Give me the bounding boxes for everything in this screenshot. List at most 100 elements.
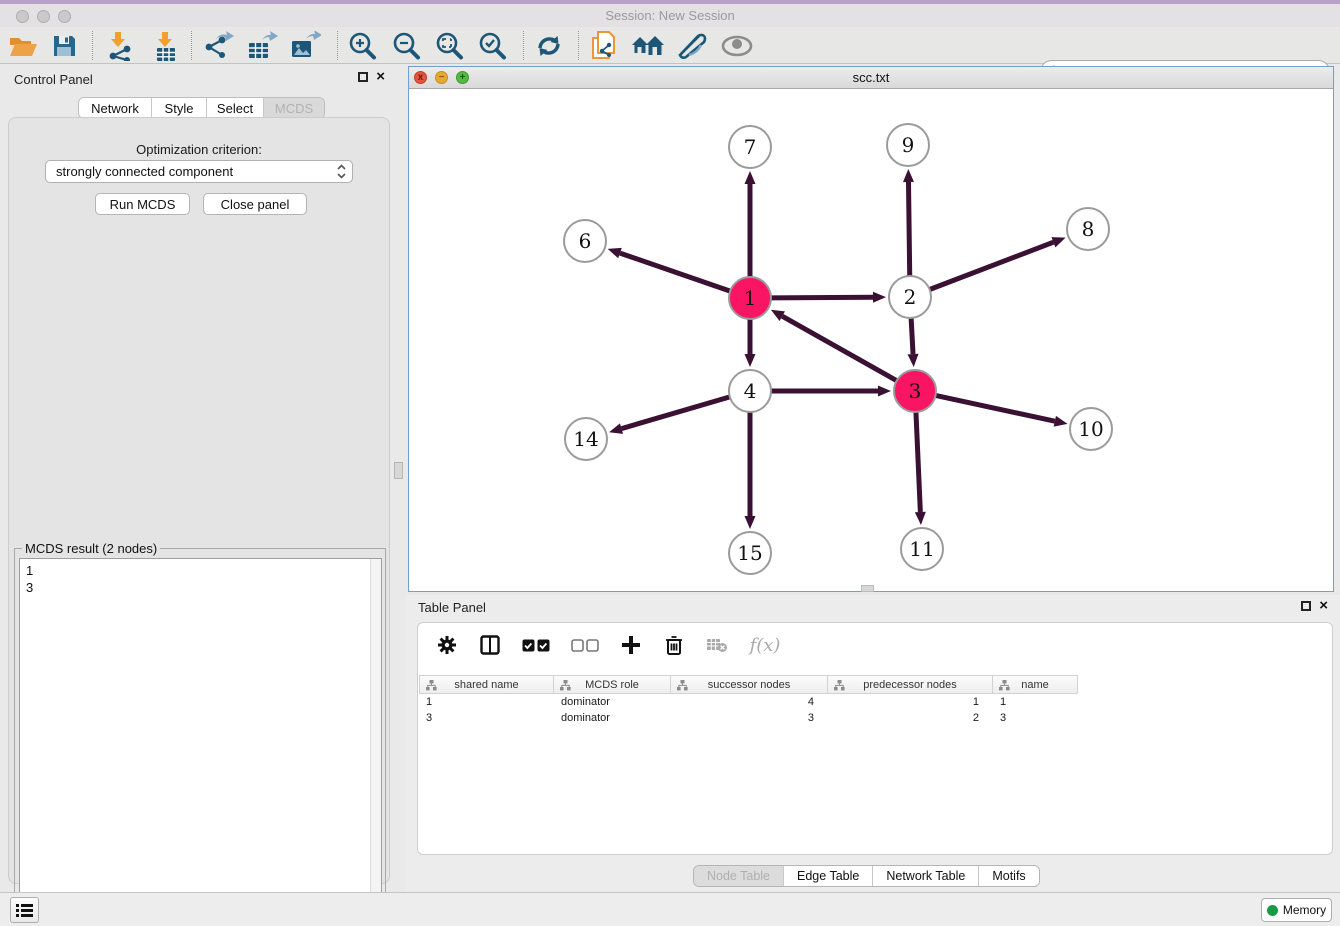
graph-node-label: 8 [1082, 217, 1095, 241]
deselect-all-checkboxes-icon[interactable] [569, 632, 601, 658]
edge-arrowhead [609, 423, 623, 434]
edge-arrowhead [745, 171, 756, 184]
tab-select[interactable]: Select [207, 98, 264, 118]
network-window-titlebar[interactable]: x − + scc.txt [409, 67, 1333, 89]
graph-node-label: 2 [904, 285, 917, 309]
graph-node-label: 15 [737, 541, 762, 565]
mcds-result-title: MCDS result (2 nodes) [22, 541, 160, 556]
float-table-panel-icon[interactable] [1301, 601, 1311, 611]
tab-edge-table[interactable]: Edge Table [784, 866, 873, 886]
import-network-icon[interactable] [100, 30, 136, 62]
column-header[interactable]: shared name [419, 675, 554, 694]
close-table-panel-icon[interactable]: × [1319, 601, 1328, 611]
graph-edge[interactable] [782, 316, 896, 381]
window-title: Session: New Session [0, 8, 1340, 23]
graph-edge[interactable] [620, 253, 730, 291]
export-network-icon[interactable] [200, 30, 236, 62]
tab-node-table[interactable]: Node Table [694, 866, 784, 886]
import-table-icon[interactable] [147, 30, 183, 62]
export-table-icon[interactable] [244, 30, 280, 62]
maximize-window-button[interactable] [58, 10, 71, 23]
table-cell[interactable]: dominator [554, 710, 671, 726]
clone-network-icon[interactable] [586, 30, 622, 62]
graph-edge[interactable] [908, 182, 909, 276]
table-cell[interactable]: dominator [554, 694, 671, 710]
home-layouts-icon[interactable] [630, 30, 666, 62]
hide-graphics-details-icon[interactable] [674, 30, 710, 62]
edge-arrowhead [608, 248, 622, 258]
memory-button[interactable]: Memory [1261, 898, 1332, 922]
table-cell[interactable]: 3 [671, 710, 828, 726]
float-panel-icon[interactable] [358, 72, 368, 82]
table-row[interactable]: 1dominator411 [419, 694, 1332, 710]
zoom-fit-icon[interactable] [431, 30, 467, 62]
save-session-icon[interactable] [46, 30, 82, 62]
mcds-result-list[interactable]: 1 3 [19, 558, 382, 919]
result-scrollbar[interactable] [370, 559, 381, 918]
minimize-window-button[interactable] [37, 10, 50, 23]
run-mcds-button[interactable]: Run MCDS [95, 193, 190, 215]
table-cell[interactable]: 2 [828, 710, 993, 726]
zoom-in-icon[interactable] [344, 30, 380, 62]
horizontal-splitter-grip[interactable] [861, 585, 874, 592]
show-column-icon[interactable] [477, 632, 503, 658]
settings-gear-icon[interactable] [434, 632, 460, 658]
table-cell[interactable]: 1 [993, 694, 1078, 710]
node-table[interactable]: shared nameMCDS rolesuccessor nodesprede… [419, 675, 1332, 726]
graph-edge[interactable] [771, 297, 873, 298]
edge-arrowhead [745, 516, 756, 529]
tab-network[interactable]: Network [79, 98, 152, 118]
table-cell[interactable]: 4 [671, 694, 828, 710]
graph-edge[interactable] [622, 397, 730, 429]
titlebar: Session: New Session [0, 4, 1340, 27]
zoom-out-icon[interactable] [388, 30, 424, 62]
tab-motifs[interactable]: Motifs [979, 866, 1038, 886]
export-image-icon[interactable] [287, 30, 323, 62]
close-view-button[interactable]: x [414, 71, 427, 84]
fx-label: f(x) [750, 635, 781, 656]
delete-column-icon[interactable] [661, 632, 687, 658]
network-view-title: scc.txt [409, 70, 1333, 85]
column-header[interactable]: MCDS role [554, 675, 671, 694]
tab-mcds[interactable]: MCDS [264, 98, 324, 118]
vertical-splitter-grip[interactable] [394, 462, 403, 479]
zoom-selected-icon[interactable] [474, 30, 510, 62]
control-panel-tabs: Network Style Select MCDS [78, 97, 325, 119]
graph-edge[interactable] [936, 395, 1055, 421]
graph-node-label: 4 [744, 379, 757, 403]
status-bar: Memory [0, 892, 1340, 926]
table-cell[interactable]: 1 [828, 694, 993, 710]
open-session-icon[interactable] [5, 30, 41, 62]
close-panel-button[interactable]: Close panel [203, 193, 307, 215]
delete-table-icon[interactable] [704, 632, 730, 658]
table-panel: Table Panel × [405, 595, 1340, 892]
close-panel-icon[interactable]: × [376, 72, 385, 82]
graph-edge[interactable] [930, 242, 1054, 289]
refresh-icon[interactable] [531, 30, 567, 62]
column-header[interactable]: predecessor nodes [828, 675, 993, 694]
graph-edge[interactable] [911, 318, 913, 354]
table-cell[interactable]: 1 [419, 694, 554, 710]
memory-label: Memory [1283, 903, 1326, 917]
task-history-button[interactable] [10, 897, 39, 923]
add-column-icon[interactable] [618, 632, 644, 658]
minimize-view-button[interactable]: − [435, 71, 448, 84]
function-builder-icon[interactable]: f(x) [747, 632, 783, 658]
close-window-button[interactable] [16, 10, 29, 23]
tab-style[interactable]: Style [152, 98, 207, 118]
optimization-criterion-label: Optimization criterion: [9, 142, 389, 157]
maximize-view-button[interactable]: + [456, 71, 469, 84]
table-row[interactable]: 3dominator323 [419, 710, 1332, 726]
graph-edge[interactable] [916, 412, 920, 512]
select-all-checkboxes-icon[interactable] [520, 632, 552, 658]
table-cell[interactable]: 3 [993, 710, 1078, 726]
column-header[interactable]: name [993, 675, 1078, 694]
column-header[interactable]: successor nodes [671, 675, 828, 694]
network-canvas[interactable]: 7968124314101511 [409, 89, 1333, 591]
show-graphics-details-icon[interactable] [719, 30, 755, 62]
table-cell[interactable]: 3 [419, 710, 554, 726]
tab-network-table[interactable]: Network Table [873, 866, 979, 886]
edge-arrowhead [903, 169, 914, 182]
criterion-dropdown[interactable]: strongly connected component [45, 160, 353, 183]
hierarchy-icon [560, 680, 571, 691]
